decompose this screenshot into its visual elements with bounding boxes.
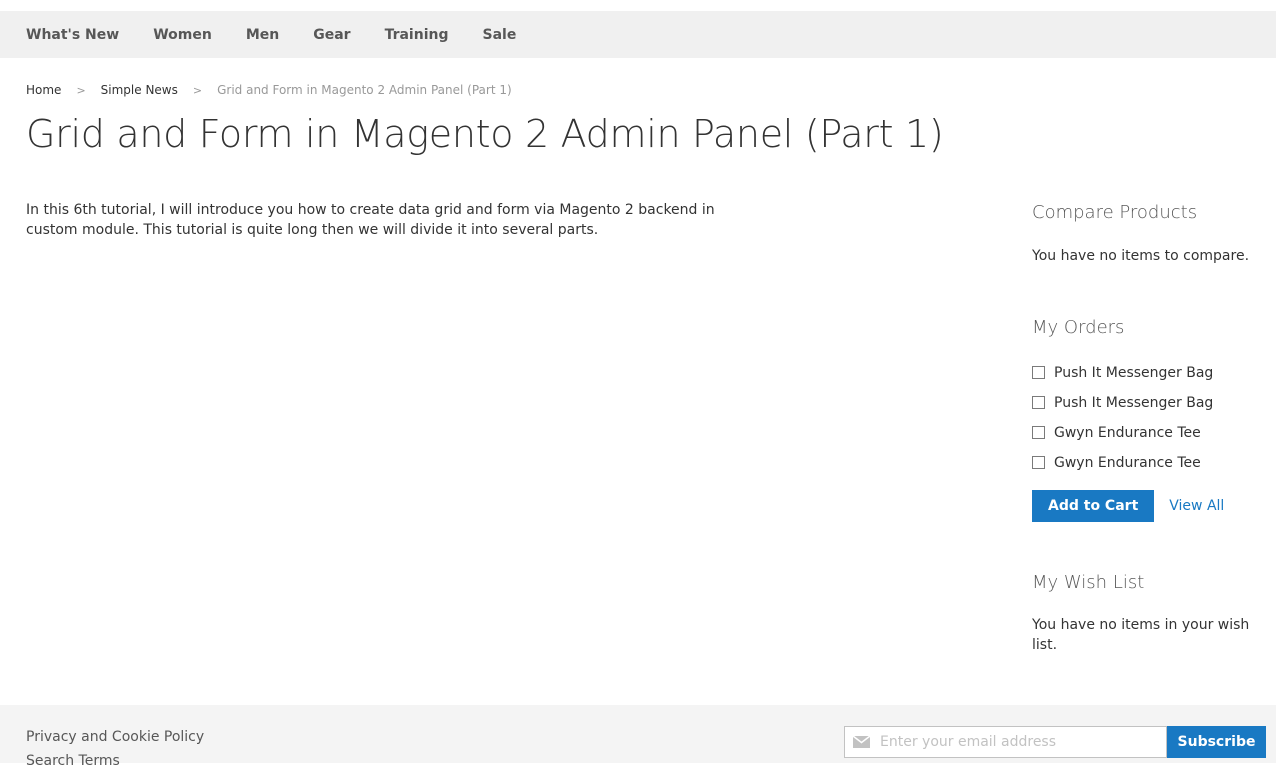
nav-item-gear[interactable]: Gear [313,27,350,43]
order-item-label: Gwyn Endurance Tee [1054,425,1201,441]
order-item-label: Push It Messenger Bag [1054,395,1214,411]
breadcrumb-separator-icon: > [192,83,203,97]
add-to-cart-button[interactable]: Add to Cart [1032,490,1155,522]
article-body: In this 6th tutorial, I will introduce y… [26,202,715,238]
breadcrumb-simple-news[interactable]: Simple News [101,83,178,97]
order-item-label: Gwyn Endurance Tee [1054,455,1201,471]
order-item-checkbox[interactable] [1032,425,1045,439]
envelope-icon [853,736,870,748]
wish-list-empty-text: You have no items in your wish list. [1032,617,1250,653]
my-wish-list-block: My Wish List You have no items in your w… [1032,572,1262,655]
breadcrumb: Home > Simple News > Grid and Form in Ma… [26,83,512,97]
list-item: Gwyn Endurance Tee [1032,418,1262,448]
page-title: Grid and Form in Magento 2 Admin Panel (… [26,112,944,156]
list-item: Push It Messenger Bag [1032,358,1262,388]
breadcrumb-home[interactable]: Home [26,83,61,97]
top-strip [0,0,1276,11]
main-navigation: What's New Women Men Gear Training Sale [0,11,1276,58]
my-orders-block: My Orders Push It Messenger Bag Push It … [1032,317,1262,522]
newsletter-form: Subscribe [844,726,1266,758]
compare-products-empty-text: You have no items to compare. [1032,248,1250,264]
view-all-link[interactable]: View All [1169,498,1224,514]
nav-item-whats-new[interactable]: What's New [26,27,119,43]
order-item-checkbox[interactable] [1032,365,1045,379]
compare-products-title: Compare Products [1032,202,1198,223]
order-item-label: Push It Messenger Bag [1054,365,1214,381]
compare-products-block: Compare Products You have no items to co… [1032,202,1262,266]
my-wish-list-title: My Wish List [1032,572,1145,593]
my-orders-title: My Orders [1032,317,1125,338]
subscribe-button[interactable]: Subscribe [1167,726,1266,758]
newsletter-email-box [844,726,1167,758]
nav-item-sale[interactable]: Sale [482,27,516,43]
privacy-policy-link[interactable]: Privacy and Cookie Policy [26,725,204,749]
newsletter-email-input[interactable] [880,734,1150,750]
nav-item-women[interactable]: Women [153,27,212,43]
footer-links: Privacy and Cookie Policy Search Terms [26,725,204,773]
search-terms-link[interactable]: Search Terms [26,749,204,773]
list-item: Gwyn Endurance Tee [1032,448,1262,478]
orders-actions: Add to Cart View All [1032,490,1262,522]
sidebar: Compare Products You have no items to co… [1032,200,1262,653]
footer: Privacy and Cookie Policy Search Terms S… [0,705,1276,769]
order-list: Push It Messenger Bag Push It Messenger … [1032,358,1262,478]
nav-item-training[interactable]: Training [385,27,449,43]
nav-item-men[interactable]: Men [246,27,279,43]
breadcrumb-separator-icon: > [76,83,86,97]
order-item-checkbox[interactable] [1032,395,1045,409]
order-item-checkbox[interactable] [1032,455,1045,469]
breadcrumb-current: Grid and Form in Magento 2 Admin Panel (… [217,83,512,97]
list-item: Push It Messenger Bag [1032,388,1262,418]
